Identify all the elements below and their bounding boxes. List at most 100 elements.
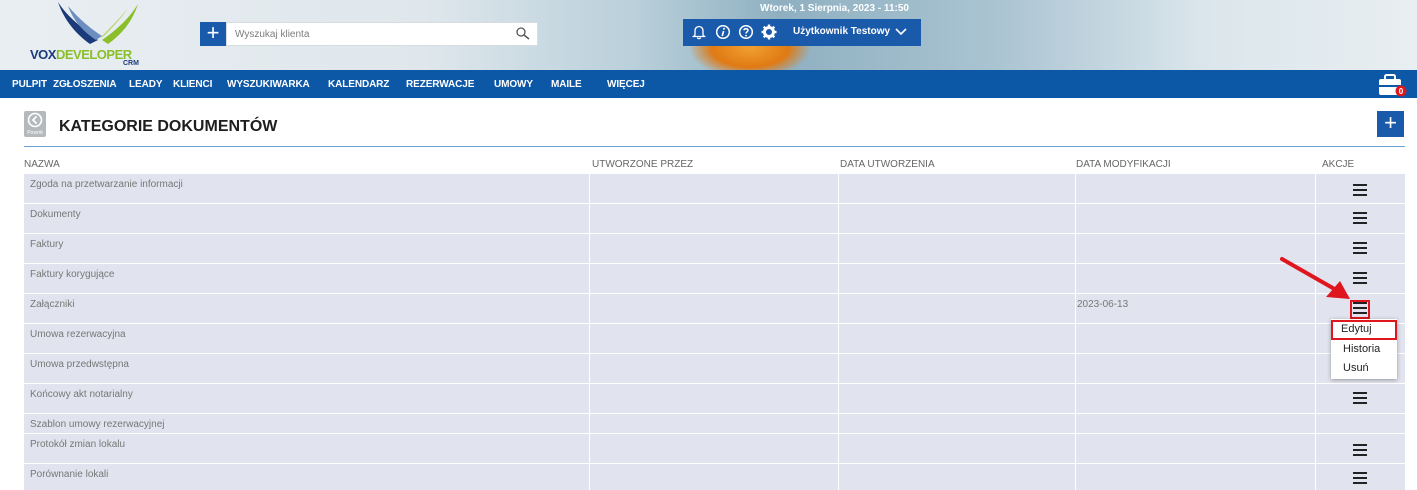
- gear-icon[interactable]: [761, 24, 777, 40]
- cell-divider: [1315, 174, 1316, 203]
- row-name: Końcowy akt notarialny: [30, 389, 133, 400]
- row-name: Umowa rezerwacyjna: [30, 329, 126, 340]
- main-nav: PULPIT ZGŁOSZENIA LEADY KLIENCI WYSZUKIW…: [0, 70, 1417, 98]
- cell-divider: [1315, 384, 1316, 413]
- hamburger-menu-icon[interactable]: [1353, 444, 1367, 456]
- cell-divider: [838, 434, 839, 463]
- nav-item-klienci[interactable]: KLIENCI: [173, 79, 212, 90]
- table-row[interactable]: Umowa przedwstępna: [24, 354, 1405, 383]
- cell-divider: [589, 294, 590, 323]
- cell-divider: [589, 354, 590, 383]
- nav-item-zgloszenia[interactable]: ZGŁOSZENIA: [53, 79, 117, 90]
- search-input[interactable]: [227, 23, 497, 45]
- nav-item-pulpit[interactable]: PULPIT: [12, 79, 47, 90]
- cell-divider: [1075, 384, 1076, 413]
- search-icon[interactable]: [515, 26, 531, 42]
- table-row[interactable]: Dokumenty: [24, 204, 1405, 233]
- table-row[interactable]: Szablon umowy rezerwacyjnej: [24, 414, 1405, 433]
- logo-text-part2: DEVELOPER: [55, 47, 132, 62]
- header: VOXDEVELOPER CRM + Wtorek, 1 Sierpnia, 2…: [0, 0, 1417, 70]
- logo-crm: CRM: [123, 60, 139, 67]
- cell-divider: [1315, 414, 1316, 433]
- row-name: Porównanie lokali: [30, 469, 109, 480]
- table-row[interactable]: Faktury korygujące: [24, 264, 1405, 293]
- nav-item-wyszukiwarka[interactable]: WYSZUKIWARKA: [227, 79, 310, 90]
- cell-divider: [1075, 324, 1076, 353]
- hamburger-menu-icon[interactable]: [1353, 392, 1367, 404]
- nav-item-leady[interactable]: LEADY: [129, 79, 163, 90]
- back-button[interactable]: Powrót: [24, 111, 46, 137]
- date-time: Wtorek, 1 Sierpnia, 2023 - 11:50: [760, 3, 909, 14]
- cell-divider: [838, 174, 839, 203]
- column-header-actions: AKCJE: [1322, 159, 1355, 170]
- row-name: Zgoda na przetwarzanie informacji: [30, 179, 183, 190]
- cell-divider: [1315, 204, 1316, 233]
- column-header-created-by[interactable]: UTWORZONE PRZEZ: [592, 159, 693, 170]
- table-row[interactable]: Porównanie lokali: [24, 464, 1405, 490]
- user-name[interactable]: Użytkownik Testowy: [793, 26, 890, 37]
- cell-divider: [1315, 324, 1316, 353]
- hamburger-menu-icon[interactable]: [1353, 242, 1367, 254]
- nav-item-rezerwacje[interactable]: REZERWACJE: [406, 79, 474, 90]
- hamburger-menu-icon[interactable]: [1353, 272, 1367, 284]
- column-header-name[interactable]: NAZWA: [24, 159, 60, 170]
- nav-item-umowy[interactable]: UMOWY: [494, 79, 533, 90]
- arrow-annotation-icon: [1280, 257, 1350, 299]
- cell-divider: [1075, 354, 1076, 383]
- cell-divider: [1075, 464, 1076, 490]
- row-name: Faktury korygujące: [30, 269, 115, 280]
- hamburger-menu-icon[interactable]: [1353, 472, 1367, 484]
- cell-divider: [589, 204, 590, 233]
- logo-text-part1: VOX: [30, 47, 56, 62]
- cell-divider: [838, 464, 839, 490]
- cell-divider: [1315, 464, 1316, 490]
- cell-divider: [838, 384, 839, 413]
- nav-item-kalendarz[interactable]: KALENDARZ: [328, 79, 389, 90]
- title-divider: [24, 146, 1405, 147]
- arrow-left-icon: [27, 112, 43, 128]
- table-row[interactable]: Umowa rezerwacyjna: [24, 324, 1405, 353]
- page-title: KATEGORIE DOKUMENTÓW: [59, 118, 278, 135]
- cell-divider: [1075, 174, 1076, 203]
- chevron-down-icon[interactable]: [895, 27, 907, 37]
- hamburger-menu-icon[interactable]: [1353, 184, 1367, 196]
- nav-item-wiecej[interactable]: WIĘCEJ: [607, 79, 645, 90]
- add-client-button[interactable]: +: [200, 22, 226, 46]
- row-name: Faktury: [30, 239, 64, 250]
- cell-divider: [589, 234, 590, 263]
- add-category-button[interactable]: +: [1377, 111, 1404, 137]
- cell-divider: [838, 354, 839, 383]
- hamburger-menu-icon[interactable]: [1353, 302, 1367, 314]
- nav-item-maile[interactable]: MAILE: [551, 79, 582, 90]
- table-row[interactable]: Końcowy akt notarialny: [24, 384, 1405, 413]
- hamburger-menu-icon[interactable]: [1353, 212, 1367, 224]
- menu-item-history[interactable]: Historia: [1343, 343, 1409, 355]
- cell-divider: [1075, 294, 1076, 323]
- cell-divider: [1075, 204, 1076, 233]
- cell-divider: [589, 434, 590, 463]
- table-row[interactable]: Zgoda na przetwarzanie informacji: [24, 174, 1405, 203]
- cell-divider: [838, 204, 839, 233]
- row-name: Dokumenty: [30, 209, 81, 220]
- table-row[interactable]: Protokół zmian lokalu: [24, 434, 1405, 463]
- menu-item-delete[interactable]: Usuń: [1343, 362, 1409, 374]
- column-header-modified-date[interactable]: DATA MODYFIKACJI: [1076, 159, 1171, 170]
- table-row[interactable]: Załączniki 2023-06-13: [24, 294, 1405, 323]
- column-header-created-date[interactable]: DATA UTWORZENIA: [840, 159, 935, 170]
- cell-divider: [589, 384, 590, 413]
- cell-divider: [838, 324, 839, 353]
- user-toolbar: Użytkownik Testowy: [683, 19, 921, 46]
- briefcase-icon[interactable]: 0: [1378, 73, 1408, 97]
- info-icon[interactable]: [715, 24, 731, 40]
- row-name: Szablon umowy rezerwacyjnej: [30, 419, 165, 430]
- cell-divider: [1075, 234, 1076, 263]
- cell-divider: [589, 414, 590, 433]
- help-icon[interactable]: [738, 24, 754, 40]
- row-modified-date: 2023-06-13: [1077, 299, 1129, 310]
- row-name: Protokół zmian lokalu: [30, 439, 126, 450]
- bell-icon[interactable]: [691, 24, 707, 40]
- table-row[interactable]: Faktury: [24, 234, 1405, 263]
- cell-divider: [1315, 354, 1316, 383]
- back-label: Powrót: [27, 130, 43, 136]
- cell-divider: [838, 414, 839, 433]
